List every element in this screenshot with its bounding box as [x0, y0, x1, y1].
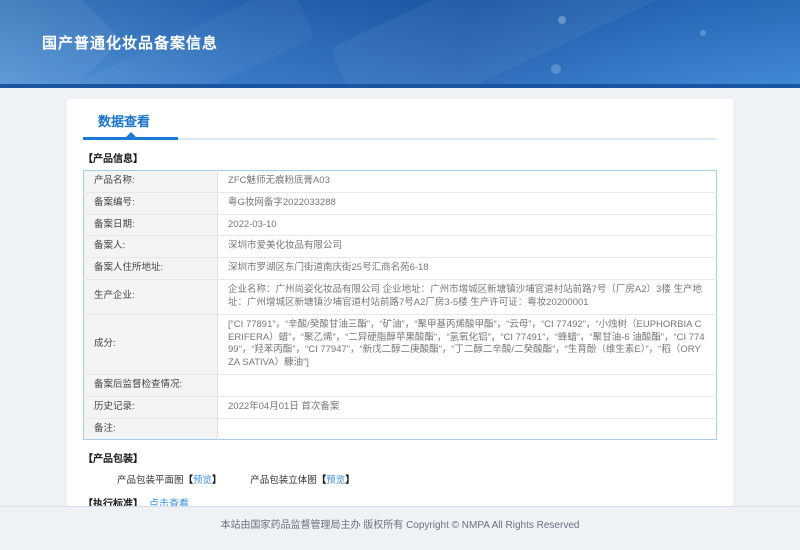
- table-row-history: 历史记录: 2022年04月01日 首次备案: [83, 396, 717, 419]
- header-decor-dot: [558, 16, 566, 24]
- row-value: 深圳市罗湖区东门街道南庆街25号汇商名苑6-18: [217, 257, 717, 281]
- bracket-open: 【: [316, 475, 327, 487]
- table-row-filer: 备案人: 深圳市爱美化妆品有限公司: [83, 235, 717, 259]
- row-value: 2022年04月01日 首次备案: [217, 396, 717, 419]
- packaging-flat-label: 产品包装平面图: [117, 475, 184, 487]
- row-value: ZFC魅师无痕粉底膏A03: [217, 170, 717, 193]
- row-value: [“CI 77891”，“辛酸/癸酸甘油三酯”，“矿油”，“聚甲基丙烯酸甲酯”，…: [217, 314, 717, 375]
- product-info-table: 产品名称: ZFC魅师无痕粉底膏A03 备案编号: 粤G妆网备字20220332…: [83, 170, 717, 441]
- table-row-filing-date: 备案日期: 2022-03-10: [83, 214, 717, 237]
- bracket-close: 】: [345, 475, 355, 487]
- packaging-stereo-item: 产品包装立体图【预览】: [250, 475, 355, 486]
- tab-bar: 数据查看: [83, 99, 717, 140]
- row-value: [218, 418, 717, 440]
- table-row-supervision: 备案后监督检查情况:: [83, 374, 717, 397]
- row-value: 2022-03-10: [217, 214, 717, 237]
- table-row-manufacturer: 生产企业: 企业名称：广州尚姿化妆品有限公司 企业地址：广州市增城区新塘镇沙埔官…: [83, 279, 717, 315]
- row-label: 成分:: [83, 314, 218, 375]
- packaging-stereo-preview-link[interactable]: 预览: [326, 475, 345, 486]
- row-label: 备案日期:: [83, 214, 218, 237]
- page-footer: 本站由国家药品监督管理局主办 版权所有 Copyright © NMPA All…: [0, 506, 800, 550]
- content-card: 数据查看 【产品信息】 产品名称: ZFC魅师无痕粉底膏A03 备案编号: 粤G…: [67, 99, 733, 548]
- row-value: 粤G妆网备字2022033288: [217, 192, 717, 215]
- row-value: 深圳市爱美化妆品有限公司: [217, 235, 717, 259]
- row-label: 产品名称:: [83, 170, 218, 193]
- header-decor-band: [329, 0, 751, 84]
- row-value: [217, 374, 717, 397]
- section-title-product-info: 【产品信息】: [83, 154, 143, 165]
- header-decor-dot: [700, 30, 706, 36]
- row-label: 备案人:: [83, 235, 218, 259]
- row-label: 备案后监督检查情况:: [83, 374, 218, 397]
- section-title-packaging: 【产品包装】: [83, 454, 143, 466]
- table-row-ingredients: 成分: [“CI 77891”，“辛酸/癸酸甘油三酯”，“矿油”，“聚甲基丙烯酸…: [83, 314, 717, 375]
- row-label: 备案人住所地址:: [83, 257, 218, 281]
- row-value: 企业名称：广州尚姿化妆品有限公司 企业地址：广州市增城区新塘镇沙埔官道村站前路7…: [217, 279, 717, 315]
- row-label: 备案编号:: [83, 192, 218, 215]
- copyright-text: 本站由国家药品监督管理局主办 版权所有 Copyright © NMPA All…: [220, 520, 580, 531]
- packaging-flat-item: 产品包装平面图【预览】: [117, 475, 222, 486]
- packaging-stereo-label: 产品包装立体图: [250, 475, 317, 487]
- table-row-filing-number: 备案编号: 粤G妆网备字2022033288: [83, 192, 717, 215]
- page-title: 国产普通化妆品备案信息: [42, 34, 219, 52]
- row-label: 历史记录:: [83, 396, 218, 419]
- page-header: 国产普通化妆品备案信息: [0, 0, 800, 88]
- tab-data-view[interactable]: 数据查看: [83, 111, 179, 140]
- table-row-filer-address: 备案人住所地址: 深圳市罗湖区东门街道南庆街25号汇商名苑6-18: [83, 257, 717, 281]
- bracket-open: 【: [183, 475, 194, 487]
- packaging-line: 产品包装平面图【预览】 产品包装立体图【预览】: [117, 472, 717, 486]
- bracket-close: 】: [212, 475, 222, 487]
- row-label: 生产企业:: [83, 279, 218, 315]
- row-label: 备注:: [83, 418, 218, 440]
- header-decor-dot: [551, 64, 561, 74]
- packaging-flat-preview-link[interactable]: 预览: [193, 475, 212, 486]
- table-row-product-name: 产品名称: ZFC魅师无痕粉底膏A03: [83, 170, 717, 193]
- table-row-remark: 备注:: [83, 418, 717, 440]
